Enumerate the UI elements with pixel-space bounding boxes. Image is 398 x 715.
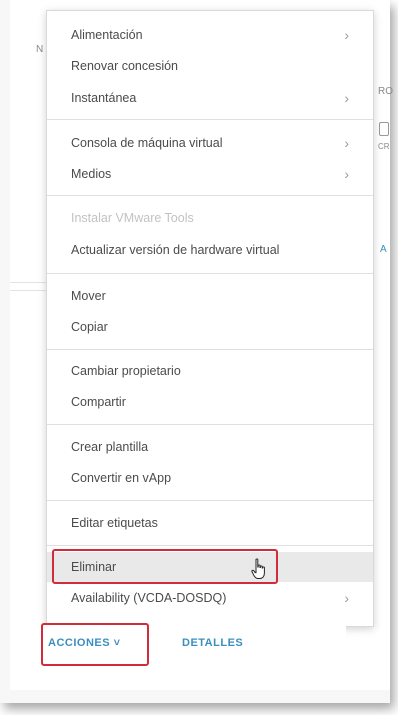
- detalles-button[interactable]: DETALLES: [182, 637, 243, 649]
- menu-separator: [47, 273, 373, 274]
- menu-item-label: Actualizar versión de hardware virtual: [71, 243, 280, 257]
- menu-item-alimentacion[interactable]: Alimentación ›: [47, 21, 373, 49]
- eliminar-highlight-box: [52, 549, 278, 584]
- menu-separator: [47, 500, 373, 501]
- menu-item-compartir[interactable]: Compartir: [47, 388, 373, 416]
- acciones-highlight-box: [41, 623, 149, 666]
- menu-item-label: Compartir: [71, 395, 126, 409]
- menu-item-actualizar-hardware-virtual[interactable]: Actualizar versión de hardware virtual: [47, 236, 373, 264]
- menu-separator: [47, 119, 373, 120]
- menu-item-mover[interactable]: Mover: [47, 282, 373, 310]
- menu-item-convertir-en-vapp[interactable]: Convertir en vApp: [47, 464, 373, 492]
- background-label-a: A: [380, 244, 387, 255]
- menu-item-label: Editar etiquetas: [71, 516, 158, 530]
- background-label-ro: RO: [378, 86, 393, 97]
- menu-item-editar-etiquetas[interactable]: Editar etiquetas: [47, 509, 373, 537]
- background-label-cr: CR: [378, 142, 390, 151]
- background-divider: [10, 290, 50, 291]
- menu-item-renovar-concesion[interactable]: Renovar concesión: [47, 52, 373, 80]
- menu-item-crear-plantilla[interactable]: Crear plantilla: [47, 433, 373, 461]
- menu-item-label: Copiar: [71, 320, 108, 334]
- screen: N RO CR A Alimentación › Renovar concesi…: [0, 0, 393, 703]
- menu-item-label: Convertir en vApp: [71, 471, 172, 485]
- menu-item-label: Instantánea: [71, 91, 137, 105]
- menu-item-copiar[interactable]: Copiar: [47, 313, 373, 341]
- menu-separator: [47, 545, 373, 546]
- menu-item-cambiar-propietario[interactable]: Cambiar propietario: [47, 357, 373, 385]
- menu-item-label: Renovar concesión: [71, 59, 179, 73]
- menu-item-label: Availability (VCDA-DOSDQ): [71, 591, 227, 605]
- hand-pointer-icon: [251, 558, 267, 585]
- chevron-right-icon: ›: [344, 27, 349, 43]
- chevron-right-icon: ›: [344, 166, 349, 182]
- background-checkbox[interactable]: [379, 122, 389, 136]
- menu-item-label: Instalar VMware Tools: [71, 211, 194, 225]
- chevron-right-icon: ›: [344, 590, 349, 606]
- menu-item-label: Alimentación: [71, 28, 143, 42]
- background-divider: [10, 282, 50, 283]
- actions-context-menu: Alimentación › Renovar concesión Instant…: [46, 10, 374, 627]
- menu-separator: [47, 195, 373, 196]
- menu-separator: [47, 424, 373, 425]
- menu-separator: [47, 349, 373, 350]
- chevron-right-icon: ›: [344, 135, 349, 151]
- menu-item-label: Mover: [71, 289, 106, 303]
- menu-item-medios[interactable]: Medios ›: [47, 160, 373, 188]
- menu-item-instalar-vmware-tools: Instalar VMware Tools: [47, 204, 373, 232]
- menu-item-label: Crear plantilla: [71, 440, 149, 454]
- background-label-n: N: [36, 44, 44, 55]
- menu-item-label: Cambiar propietario: [71, 364, 181, 378]
- menu-item-label: Consola de máquina virtual: [71, 136, 223, 150]
- menu-item-availability[interactable]: Availability (VCDA-DOSDQ) ›: [47, 584, 373, 612]
- menu-item-label: Medios: [71, 167, 112, 181]
- menu-item-consola-maquina-virtual[interactable]: Consola de máquina virtual ›: [47, 129, 373, 157]
- menu-item-instantanea[interactable]: Instantánea ›: [47, 84, 373, 112]
- chevron-right-icon: ›: [344, 90, 349, 106]
